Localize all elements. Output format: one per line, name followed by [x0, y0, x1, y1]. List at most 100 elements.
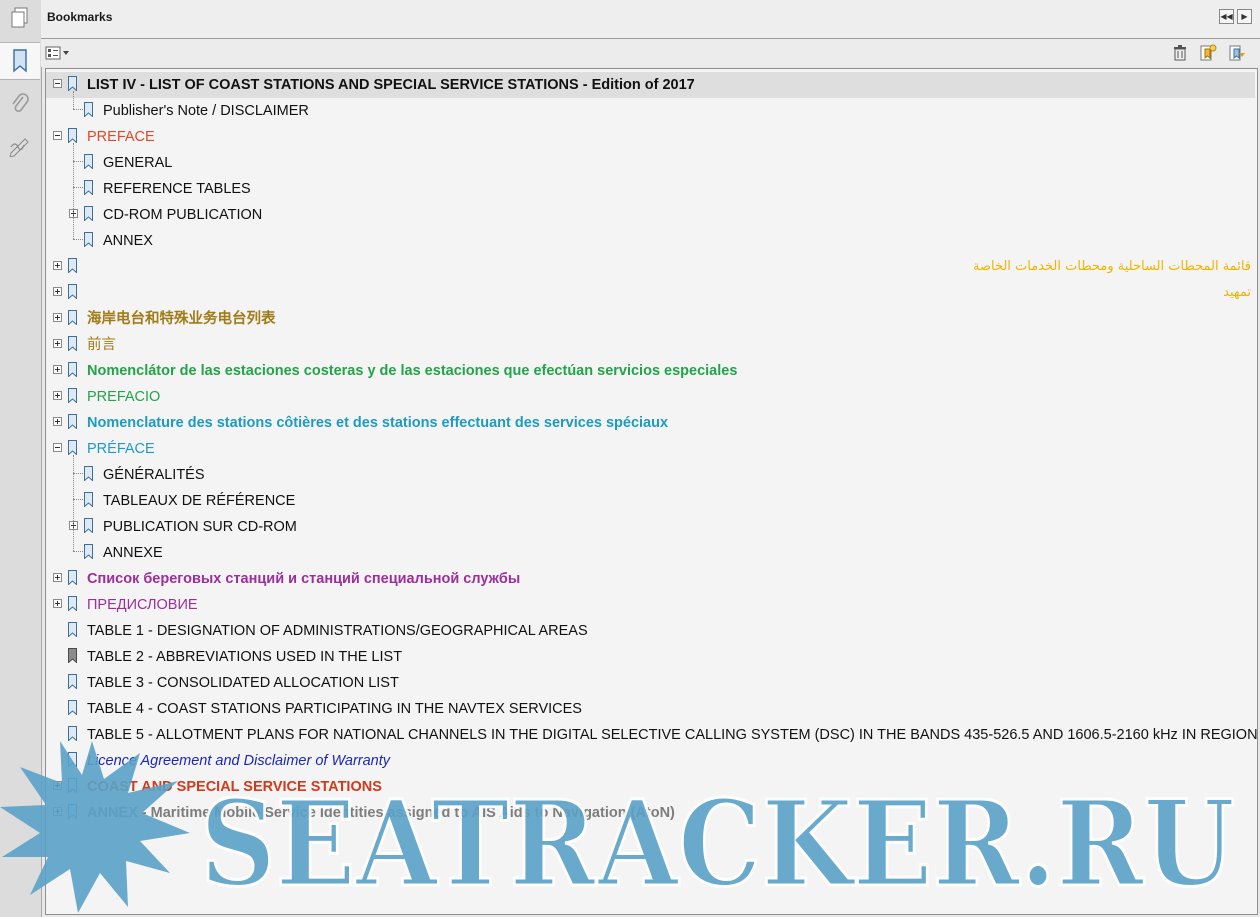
bookmark-row[interactable]: ANNEXE — [46, 540, 1255, 566]
bookmark-tree[interactable]: LIST IV - LIST OF COAST STATIONS AND SPE… — [45, 68, 1258, 915]
bookmark-icon — [68, 258, 77, 273]
bookmark-label: Publisher's Note / DISCLAIMER — [103, 103, 309, 119]
bookmark-icon — [84, 102, 93, 117]
bookmark-icon — [84, 154, 93, 169]
bookmark-row[interactable]: PRÉFACE — [46, 436, 1255, 462]
bookmark-icon — [84, 492, 93, 507]
bookmark-label: ANNEXE — [103, 545, 163, 561]
bookmark-row[interactable]: تمهيد — [46, 280, 1255, 306]
bookmark-row[interactable]: PREFACE — [46, 124, 1255, 150]
bookmark-row[interactable]: GÉNÉRALITÉS — [46, 462, 1255, 488]
bookmark-row[interactable]: TABLE 5 - ALLOTMENT PLANS FOR NATIONAL C… — [46, 722, 1258, 748]
expand-right-icon[interactable]: ▶ — [1237, 9, 1252, 24]
expand-icon[interactable] — [53, 417, 62, 426]
bookmark-icon — [68, 622, 77, 637]
bookmark-icon — [68, 778, 77, 793]
bookmark-panel-icon[interactable] — [0, 42, 40, 80]
bookmark-icon — [68, 414, 77, 429]
bookmark-label: CD-ROM PUBLICATION — [103, 207, 263, 223]
bookmark-row[interactable]: 海岸电台和特殊业务电台列表 — [46, 306, 1255, 332]
bookmark-row[interactable]: TABLE 4 - COAST STATIONS PARTICIPATING I… — [46, 696, 1255, 722]
bookmark-label: PUBLICATION SUR CD-ROM — [103, 519, 297, 535]
bookmark-icon — [68, 76, 77, 91]
expand-icon[interactable] — [53, 365, 62, 374]
expand-icon[interactable] — [53, 313, 62, 322]
bookmark-icon — [84, 180, 93, 195]
tree-connector — [73, 143, 74, 239]
collapse-left-icon[interactable]: ◀◀ — [1219, 9, 1234, 24]
bookmark-icon — [84, 466, 93, 481]
bookmark-row[interactable]: Nomenclátor de las estaciones costeras y… — [46, 358, 1255, 384]
tree-connector — [73, 239, 83, 240]
bookmark-label: TABLE 2 - ABBREVIATIONS USED IN THE LIST — [87, 649, 403, 665]
bookmark-label: تمهيد — [1223, 285, 1251, 300]
bookmark-row[interactable]: Publisher's Note / DISCLAIMER — [46, 98, 1255, 124]
bookmark-icon — [68, 440, 77, 455]
bookmark-icon — [68, 726, 77, 741]
bookmark-row[interactable]: TABLEAUX DE RÉFÉRENCE — [46, 488, 1255, 514]
bookmark-icon — [68, 284, 77, 299]
bookmark-row[interactable]: TABLE 1 - DESIGNATION OF ADMINISTRATIONS… — [46, 618, 1255, 644]
bookmark-icon — [68, 596, 77, 611]
bookmark-row[interactable]: CD-ROM PUBLICATION — [46, 202, 1255, 228]
bookmark-row[interactable]: قائمة المحطات الساحلية ومحطات الخدمات ال… — [46, 254, 1255, 280]
bookmark-label: ANNEX — [103, 233, 153, 249]
tree-connector — [73, 161, 83, 162]
bookmark-icon — [84, 544, 93, 559]
bookmark-row[interactable]: ПРЕДИСЛОВИЕ — [46, 592, 1255, 618]
expand-icon[interactable] — [53, 781, 62, 790]
new-bookmark-icon[interactable] — [1199, 44, 1217, 62]
collapse-icon[interactable] — [53, 131, 62, 140]
expand-icon[interactable] — [53, 261, 62, 270]
tree-connector — [73, 91, 74, 109]
pages-icon[interactable] — [0, 0, 40, 36]
bookmark-row[interactable]: TABLE 3 - CONSOLIDATED ALLOCATION LIST — [46, 670, 1255, 696]
bookmark-icon — [84, 206, 93, 221]
expand-icon[interactable] — [53, 391, 62, 400]
expand-icon[interactable] — [53, 807, 62, 816]
bookmark-row[interactable]: 前言 — [46, 332, 1255, 358]
expand-icon[interactable] — [53, 287, 62, 296]
expand-bookmark-icon[interactable] — [1228, 44, 1246, 62]
bookmark-row[interactable]: ANNEX — [46, 228, 1255, 254]
bookmark-icon — [68, 752, 77, 767]
bookmark-label: LIST IV - LIST OF COAST STATIONS AND SPE… — [87, 77, 695, 93]
bookmark-label: PRÉFACE — [87, 441, 155, 457]
delete-icon[interactable] — [1171, 44, 1189, 62]
bookmark-row[interactable]: Nomenclature des stations côtières et de… — [46, 410, 1255, 436]
bookmark-label: Nomenclátor de las estaciones costeras y… — [87, 363, 738, 379]
bookmark-row[interactable]: GENERAL — [46, 150, 1255, 176]
bookmark-row[interactable]: ANNEX - Maritime Mobile Service Identiti… — [46, 800, 1255, 826]
expand-icon[interactable] — [53, 339, 62, 348]
tree-connector — [73, 473, 83, 474]
bookmark-label: TABLE 5 - ALLOTMENT PLANS FOR NATIONAL C… — [87, 727, 1258, 743]
bookmark-icon — [68, 362, 77, 377]
tree-connector — [73, 455, 74, 551]
bookmark-icon — [84, 518, 93, 533]
bookmark-label: ANNEX - Maritime Mobile Service Identiti… — [87, 805, 675, 821]
bookmark-row[interactable]: Licence Agreement and Disclaimer of Warr… — [46, 748, 1255, 774]
attachments-icon[interactable] — [0, 86, 40, 122]
bookmark-row[interactable]: Список береговых станций и станций специ… — [46, 566, 1255, 592]
bookmark-row[interactable]: PREFACIO — [46, 384, 1255, 410]
collapse-icon[interactable] — [53, 443, 62, 452]
panel-header: Bookmarks ◀◀ ▶ — [41, 0, 1260, 39]
expand-icon[interactable] — [53, 599, 62, 608]
collapse-icon[interactable] — [53, 79, 62, 88]
bookmark-row[interactable]: REFERENCE TABLES — [46, 176, 1255, 202]
bookmark-label: GÉNÉRALITÉS — [103, 467, 205, 483]
expand-icon[interactable] — [53, 573, 62, 582]
bookmark-row[interactable]: PUBLICATION SUR CD-ROM — [46, 514, 1255, 540]
bookmark-label: Список береговых станций и станций специ… — [87, 571, 521, 587]
bookmark-icon — [68, 570, 77, 585]
bookmark-row[interactable]: COAST AND SPECIAL SERVICE STATIONS — [46, 774, 1255, 800]
bookmark-label: ПРЕДИСЛОВИЕ — [87, 597, 198, 613]
bookmark-row[interactable]: LIST IV - LIST OF COAST STATIONS AND SPE… — [46, 72, 1255, 98]
bookmark-label: COAST AND SPECIAL SERVICE STATIONS — [87, 779, 382, 795]
options-menu-icon[interactable] — [45, 44, 71, 62]
bookmark-label: قائمة المحطات الساحلية ومحطات الخدمات ال… — [972, 259, 1251, 274]
bookmark-row[interactable]: TABLE 2 - ABBREVIATIONS USED IN THE LIST — [46, 644, 1255, 670]
signatures-icon[interactable] — [0, 128, 40, 164]
bookmark-label: PREFACIO — [87, 389, 161, 405]
bookmark-label: 前言 — [87, 337, 116, 353]
